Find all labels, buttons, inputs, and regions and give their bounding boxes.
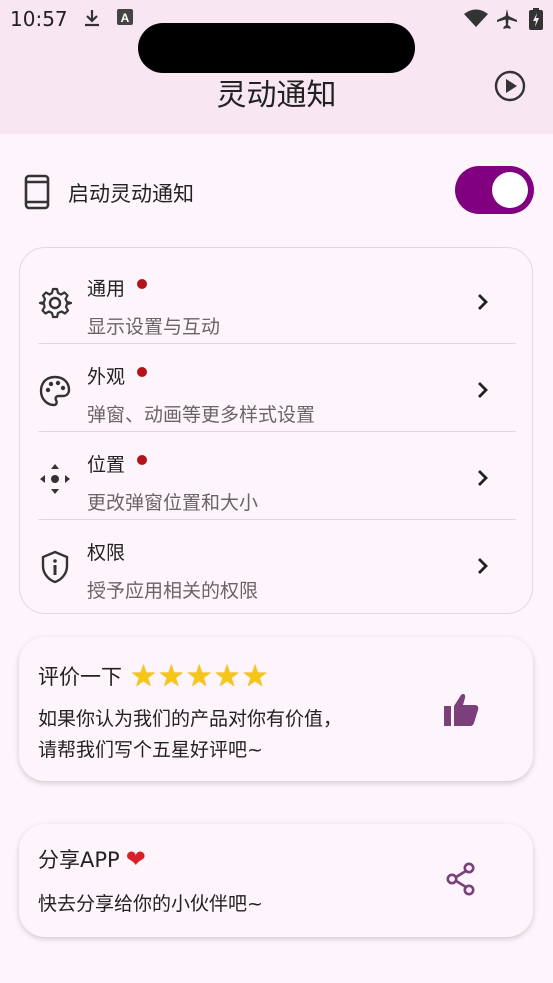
- chevron-right-icon: [478, 294, 488, 310]
- enable-toggle[interactable]: [455, 166, 534, 214]
- move-icon: [40, 464, 70, 494]
- settings-item-title: 通用: [87, 274, 148, 301]
- battery-icon: [529, 8, 543, 30]
- settings-item-subtitle: 显示设置与互动: [87, 316, 221, 338]
- share-title: 分享APP ❤: [38, 845, 146, 873]
- toggle-knob: [492, 172, 528, 208]
- share-text: 快去分享给你的小伙伴吧~: [38, 893, 263, 915]
- gear-icon: [38, 287, 72, 319]
- settings-item-appearance[interactable]: 外观 弹窗、动画等更多样式设置: [20, 340, 532, 428]
- five-stars: ★★★★★: [130, 659, 270, 694]
- chevron-right-icon: [478, 470, 488, 486]
- settings-item-title: 位置: [87, 450, 148, 477]
- new-badge-dot: [137, 367, 148, 377]
- enable-row[interactable]: 启动灵动通知: [0, 160, 553, 224]
- new-badge-dot: [137, 455, 148, 465]
- rate-line-2: 请帮我们写个五星好评吧~: [38, 739, 263, 761]
- settings-item-subtitle: 弹窗、动画等更多样式设置: [87, 404, 316, 426]
- share-icon[interactable]: [445, 862, 477, 896]
- settings-item-subtitle: 授予应用相关的权限: [87, 580, 259, 602]
- enable-label: 启动灵动通知: [68, 182, 194, 206]
- heart-icon: ❤: [125, 845, 146, 873]
- settings-item-subtitle: 更改弹窗位置和大小: [87, 492, 259, 514]
- settings-item-position[interactable]: 位置 更改弹窗位置和大小: [20, 428, 532, 516]
- airplane-icon: [497, 9, 517, 29]
- settings-card: 通用 显示设置与互动 外观 弹窗、动画等更多样式设置 位置 更改弹窗位置和大小 …: [19, 247, 533, 614]
- rate-title: 评价一下 ★★★★★: [38, 659, 270, 694]
- new-badge-dot: [137, 279, 148, 289]
- palette-icon: [39, 375, 71, 407]
- svg-text:A: A: [121, 11, 130, 25]
- a-box-icon: A: [117, 9, 133, 25]
- settings-item-title: 权限: [87, 542, 126, 564]
- page-title: 灵动通知: [216, 78, 337, 113]
- settings-item-title: 外观: [87, 362, 148, 389]
- camera-notch: [138, 23, 415, 73]
- thumbs-up-icon[interactable]: [443, 693, 479, 727]
- chevron-right-icon: [478, 558, 488, 574]
- download-icon: [85, 10, 99, 27]
- phone-icon: [24, 174, 50, 210]
- play-circle-icon[interactable]: [493, 69, 527, 103]
- chevron-right-icon: [478, 382, 488, 398]
- rate-line-1: 如果你认为我们的产品对你有价值，: [38, 708, 343, 730]
- rate-card[interactable]: 评价一下 ★★★★★ 如果你认为我们的产品对你有价值， 请帮我们写个五星好评吧~: [19, 637, 533, 781]
- settings-item-general[interactable]: 通用 显示设置与互动: [20, 252, 532, 340]
- wifi-icon: [464, 9, 488, 27]
- status-time: 10:57: [10, 7, 68, 31]
- share-card[interactable]: 分享APP ❤ 快去分享给你的小伙伴吧~: [19, 824, 533, 937]
- shield-icon: [41, 550, 69, 584]
- settings-item-permissions[interactable]: 权限 授予应用相关的权限: [20, 516, 532, 604]
